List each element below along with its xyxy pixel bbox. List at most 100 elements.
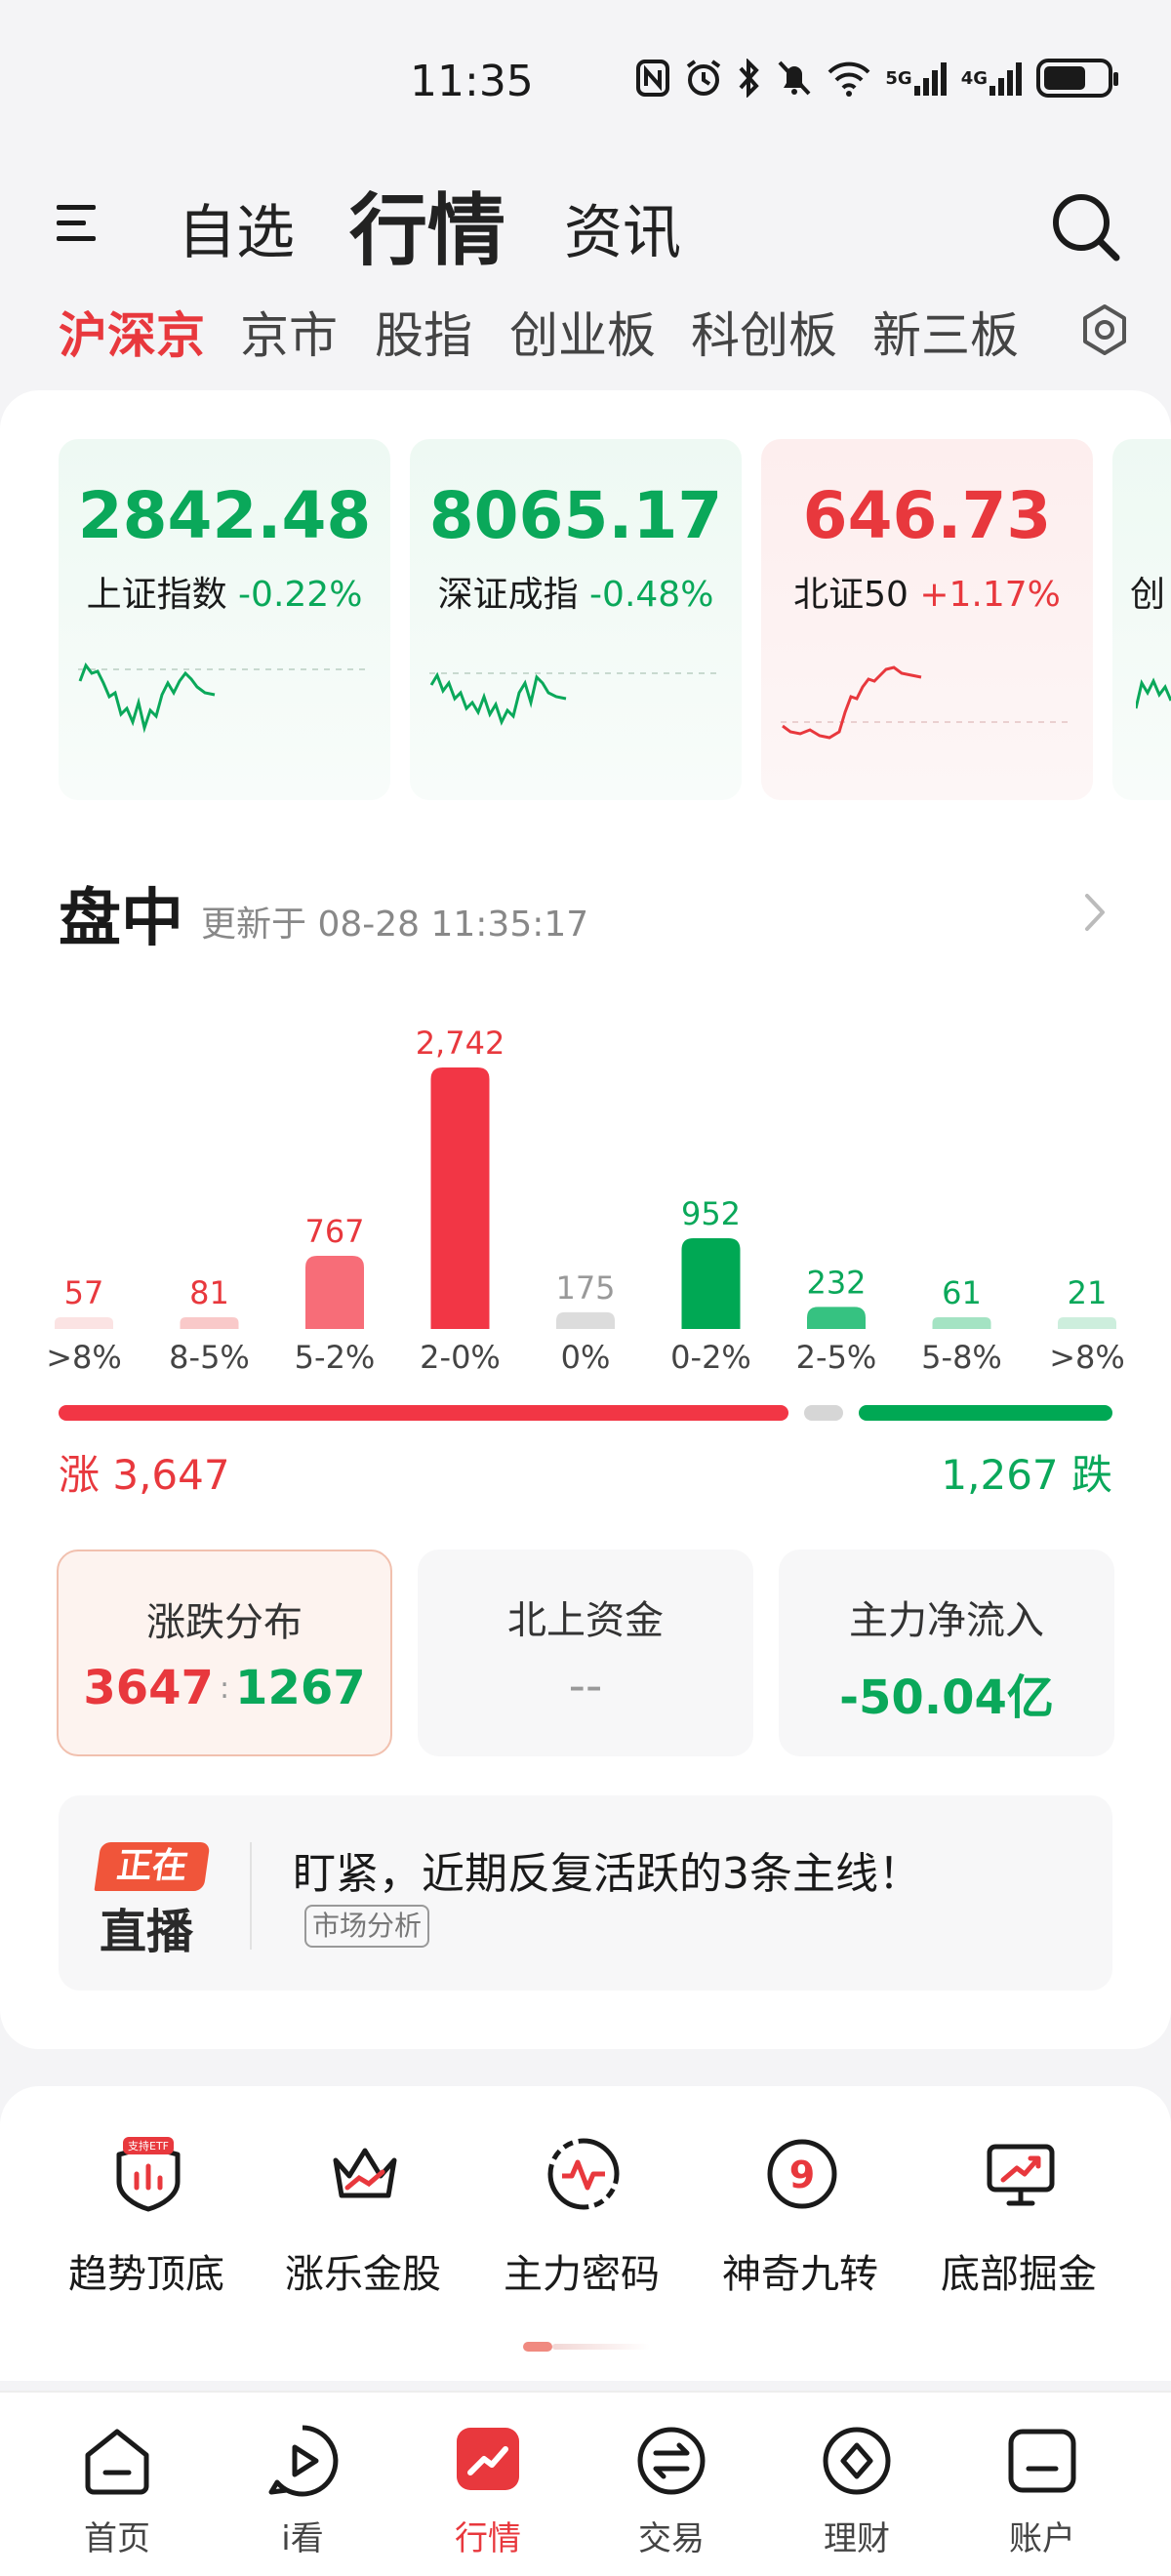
sub-tabs: 沪深京 京市 股指 创业板 科创板 新三板 [0,293,1171,371]
bottom-nav-label: 交易 [638,2519,705,2558]
status-time: 11:35 [410,57,534,106]
signal-5g-icon: 5G [885,59,947,98]
rise-total: 涨 3,647 [59,1451,230,1499]
stat-card-northbound-funds[interactable]: 北上资金 -- [418,1550,753,1756]
bottom-nav-home[interactable]: 首页 [29,2422,205,2568]
bar-category-label: 8-5% [169,1339,250,1376]
intraday-title: 盘中 [59,883,183,955]
bluetooth-icon [737,59,762,98]
subtab-kechuangban[interactable]: 科创板 [691,297,837,367]
index-sparkline [78,662,371,734]
search-icon[interactable] [1048,189,1122,263]
bottom-nav-ikan[interactable]: i看 [215,2422,390,2568]
subtab-xinsanban[interactable]: 新三板 [872,297,1019,367]
tool-magic-nine-turns[interactable]: 9 神奇九转 [693,2135,908,2320]
tab-news[interactable]: 资讯 [564,185,681,270]
rise-fall-distribution-chart[interactable]: 57 >8% 81 8-5% 767 5-2% 2,742 2-0% 175 0% 952 0-2% 2… [0,976,1171,1386]
bar-value-label: 175 [555,1269,615,1307]
menu-icon[interactable] [57,201,100,244]
bar-category-label: 5-2% [295,1339,376,1376]
subtab-guzhi[interactable]: 股指 [375,297,472,367]
nfc-icon [635,59,670,98]
tool-trend-top-bottom[interactable]: 支持ETF 趋势顶底 [39,2135,254,2320]
tool-main-force-code[interactable]: 主力密码 [474,2135,689,2320]
distribution-bar [305,1256,364,1329]
bar-value-label: 2,742 [416,1025,505,1062]
crown-icon [333,2148,397,2198]
tool-zhangle-golden-stock[interactable]: 涨乐金股 [256,2135,470,2320]
index-card-chinext[interactable]: 创 [1112,439,1171,800]
shield-chart-icon: 支持ETF [116,2137,181,2212]
play-circle-icon [268,2425,339,2497]
live-badge-top: 正在 [94,1842,211,1891]
chevron-right-icon[interactable] [1075,888,1114,937]
stat-card-main-net-inflow[interactable]: 主力净流入 -50.04亿 [779,1550,1114,1756]
subtab-chuangyeban[interactable]: 创业板 [509,297,656,367]
distribution-bar [932,1317,991,1329]
status-bar: 11:35 5G 4G [0,0,1171,166]
bar-value-label: 57 [64,1274,104,1311]
bottom-nav-trade[interactable]: 交易 [584,2422,759,2568]
bottom-nav-account[interactable]: 账户 [954,2422,1130,2568]
index-sparkline [429,671,722,726]
ratio-rise-segment [59,1405,789,1421]
pulse-circle-icon [547,2138,620,2210]
index-value: 8065.17 [428,478,723,553]
distribution-bar [556,1311,615,1329]
bar-category-label: >8% [1049,1339,1125,1376]
index-card-szse[interactable]: 8065.17 深证成指 -0.48% [410,439,742,800]
index-name: 北证50 [793,575,909,615]
index-name-line: 深证成指 -0.48% [410,566,742,617]
index-card-sse[interactable]: 2842.48 上证指数 -0.22% [59,439,390,800]
tab-market[interactable]: 行情 [349,168,505,281]
subtab-hushenjing[interactable]: 沪深京 [59,297,205,367]
fall-total: 1,267 跌 [941,1451,1112,1499]
exchange-icon [637,2427,706,2495]
index-sparkline [1136,677,1171,709]
index-name-line: 北证50 +1.17% [761,566,1093,617]
subtab-jingshi[interactable]: 京市 [240,297,338,367]
page-indicator-rest [552,2344,650,2350]
index-name-line: 创 [1130,566,1171,617]
index-change: -0.48% [589,575,714,615]
stat-value: 3647:1267 [59,1661,390,1715]
top-nav: 自选 行情 资讯 [0,166,1171,283]
bar-value-label: 767 [304,1213,364,1250]
live-broadcast-banner[interactable]: 正在 直播 盯紧，近期反复活跃的3条主线！ 市场分析 [59,1795,1112,1991]
index-card-bse50[interactable]: 646.73 北证50 +1.17% [761,439,1093,800]
tool-bottom-gold-mining[interactable]: 底部掘金 [911,2135,1126,2320]
bar-value-label: 61 [942,1274,982,1311]
live-title: 盯紧，近期反复活跃的3条主线！ [293,1849,921,1899]
tool-badge: 支持ETF [128,2139,169,2153]
tool-label: 涨乐金股 [285,2252,441,2297]
distribution-bar [430,1067,490,1329]
live-badge-bottom: 直播 [100,1905,194,1959]
battery-icon [1036,59,1118,98]
bottom-nav-label: 首页 [84,2519,150,2558]
tab-watchlist[interactable]: 自选 [178,185,295,270]
bar-category-label: >8% [46,1339,122,1376]
stat-card-rise-fall-distribution[interactable]: 涨跌分布 3647:1267 [57,1550,392,1756]
rise-fall-ratio-bar [59,1405,1112,1421]
alarm-icon [684,59,723,98]
index-value: 646.73 [802,478,1052,553]
account-icon [1008,2429,1076,2493]
stat-value-down: 1267 [235,1661,366,1715]
live-divider [250,1842,252,1950]
distribution-bar [681,1237,741,1329]
distribution-bar [807,1307,866,1329]
bar-value-label: 21 [1068,1274,1108,1311]
nine-glyph: 9 [789,2153,815,2196]
bar-category-label: 2-5% [796,1339,877,1376]
distribution-bar [180,1317,239,1329]
home-icon [85,2429,149,2495]
bottom-nav-market[interactable]: 行情 [400,2422,576,2568]
bottom-nav: 首页 i看 行情 交易 理财 账户 [0,2391,1171,2576]
index-name: 创 [1130,575,1166,615]
bottom-nav-wealth[interactable]: 理财 [769,2422,945,2568]
settings-icon[interactable] [1075,301,1134,359]
stat-label: 主力净流入 [849,1598,1044,1643]
bar-category-label: 2-0% [420,1339,501,1376]
wifi-icon [827,59,871,98]
status-icons: 5G 4G [635,59,1118,98]
